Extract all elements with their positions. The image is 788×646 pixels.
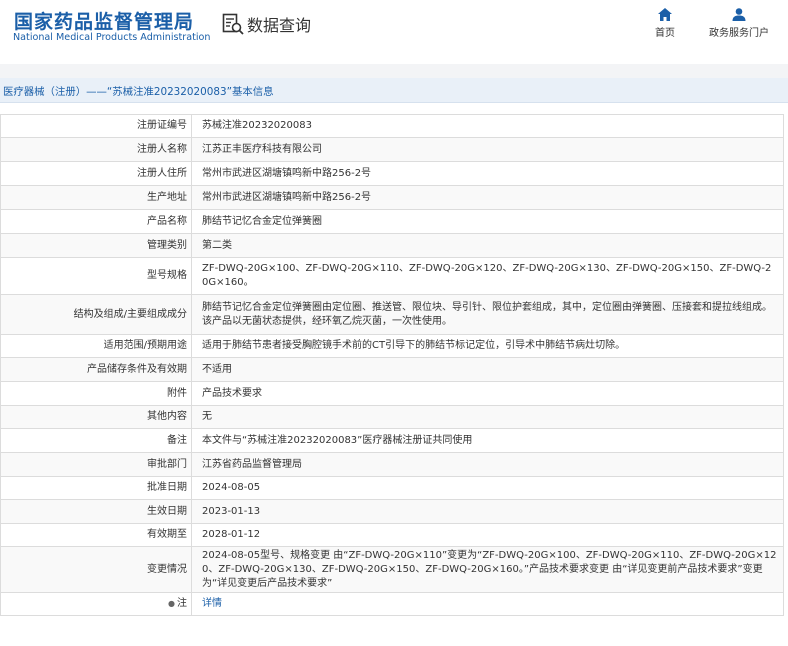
site-logo-en[interactable]: National Medical Products Administration <box>13 32 211 43</box>
row-value: 肺结节记忆合金定位弹簧圈 <box>191 209 784 234</box>
home-icon <box>658 8 672 21</box>
header-divider <box>0 64 788 78</box>
row-label-text: 注 <box>177 598 187 609</box>
row-label: 备注 <box>0 428 192 453</box>
detail-title-bar: 医疗器械（注册）——“苏械注准20232020083”基本信息 <box>0 78 788 103</box>
row-label: 注册人住所 <box>0 161 192 186</box>
table-row: 型号规格 ZF-DWQ-20G×100、ZF-DWQ-20G×110、ZF-DWQ… <box>0 257 784 295</box>
note-bullet-icon: ● <box>168 599 175 608</box>
data-query-title: 数据查询 <box>222 12 311 36</box>
row-label: ● 注 <box>0 592 192 616</box>
row-value: 2024-08-05 <box>191 476 784 500</box>
table-row: 注册人名称 江苏正丰医疗科技有限公司 <box>0 137 784 162</box>
row-label: 型号规格 <box>0 257 192 295</box>
detail-link[interactable]: 详情 <box>202 598 222 609</box>
row-value: 不适用 <box>191 357 784 382</box>
row-label: 审批部门 <box>0 452 192 477</box>
row-value: 肺结节记忆合金定位弹簧圈由定位圈、推送管、限位块、导引针、限位护套组成，其中，定… <box>191 294 784 335</box>
row-value: 无 <box>191 405 784 429</box>
table-row: 适用范围/预期用途 适用于肺结节患者接受胸腔镜手术前的CT引导下的肺结节标记定位，… <box>0 334 784 358</box>
row-value: 江苏省药品监督管理局 <box>191 452 784 477</box>
table-row: 产品储存条件及有效期 不适用 <box>0 357 784 382</box>
table-row: 产品名称 肺结节记忆合金定位弹簧圈 <box>0 209 784 234</box>
nav-home[interactable]: 首页 <box>655 8 675 39</box>
row-value: 适用于肺结节患者接受胸腔镜手术前的CT引导下的肺结节标记定位，引导术中肺结节病灶… <box>191 334 784 358</box>
nav-service-portal[interactable]: 政务服务门户 <box>709 8 769 39</box>
table-row: 备注 本文件与“苏械注准20232020083”医疗器械注册证共同使用 <box>0 428 784 453</box>
row-label: 有效期至 <box>0 523 192 547</box>
row-label: 注册人名称 <box>0 137 192 162</box>
row-label: 产品储存条件及有效期 <box>0 357 192 382</box>
table-row: 批准日期 2024-08-05 <box>0 476 784 500</box>
site-logo-cn[interactable]: 国家药品监督管理局 <box>14 7 194 34</box>
row-label: 变更情况 <box>0 546 192 593</box>
nav-service-label: 政务服务门户 <box>709 28 769 39</box>
table-row: 管理类别 第二类 <box>0 233 784 258</box>
row-label: 生产地址 <box>0 185 192 210</box>
table-row: 结构及组成/主要组成成分 肺结节记忆合金定位弹簧圈由定位圈、推送管、限位块、导引针… <box>0 294 784 335</box>
row-label: 注册证编号 <box>0 114 192 138</box>
row-label: 适用范围/预期用途 <box>0 334 192 358</box>
row-value: 本文件与“苏械注准20232020083”医疗器械注册证共同使用 <box>191 428 784 453</box>
document-search-icon <box>222 13 244 35</box>
row-value: 常州市武进区湖塘镇鸣新中路256-2号 <box>191 161 784 186</box>
table-row: 审批部门 江苏省药品监督管理局 <box>0 452 784 477</box>
row-label: 批准日期 <box>0 476 192 500</box>
row-value: 产品技术要求 <box>191 381 784 406</box>
detail-title: 医疗器械（注册）——“苏械注准20232020083”基本信息 <box>3 86 274 98</box>
table-row: 生效日期 2023-01-13 <box>0 499 784 524</box>
row-label: 其他内容 <box>0 405 192 429</box>
table-row: ● 注详情 <box>0 592 784 616</box>
row-value: 详情 <box>191 592 784 616</box>
row-value: 常州市武进区湖塘镇鸣新中路256-2号 <box>191 185 784 210</box>
row-value: 2023-01-13 <box>191 499 784 524</box>
row-value: 第二类 <box>191 233 784 258</box>
table-row: 注册人住所 常州市武进区湖塘镇鸣新中路256-2号 <box>0 161 784 186</box>
row-label: 生效日期 <box>0 499 192 524</box>
row-label: 附件 <box>0 381 192 406</box>
row-value: 2028-01-12 <box>191 523 784 547</box>
row-value: 苏械注准20232020083 <box>191 114 784 138</box>
site-header: 国家药品监督管理局 National Medical Products Admi… <box>0 0 788 64</box>
row-label: 结构及组成/主要组成成分 <box>0 294 192 335</box>
row-value: ZF-DWQ-20G×100、ZF-DWQ-20G×110、ZF-DWQ-20G… <box>191 257 784 295</box>
table-row: 有效期至 2028-01-12 <box>0 523 784 547</box>
row-value: 2024-08-05型号、规格变更 由“ZF-DWQ-20G×110”变更为“Z… <box>191 546 784 593</box>
table-row: 注册证编号 苏械注准20232020083 <box>0 114 784 138</box>
row-value: 江苏正丰医疗科技有限公司 <box>191 137 784 162</box>
table-row: 附件 产品技术要求 <box>0 381 784 406</box>
data-query-label: 数据查询 <box>247 16 312 35</box>
table-row: 变更情况 2024-08-05型号、规格变更 由“ZF-DWQ-20G×110”变… <box>0 546 784 593</box>
user-icon <box>732 8 746 21</box>
row-label: 产品名称 <box>0 209 192 234</box>
nav-home-label: 首页 <box>655 28 675 39</box>
table-row: 其他内容无 <box>0 405 784 429</box>
row-label: 管理类别 <box>0 233 192 258</box>
detail-table: 注册证编号 苏械注准20232020083 注册人名称 江苏正丰医疗科技有限公司 注册人… <box>0 114 784 616</box>
table-row: 生产地址 常州市武进区湖塘镇鸣新中路256-2号 <box>0 185 784 210</box>
